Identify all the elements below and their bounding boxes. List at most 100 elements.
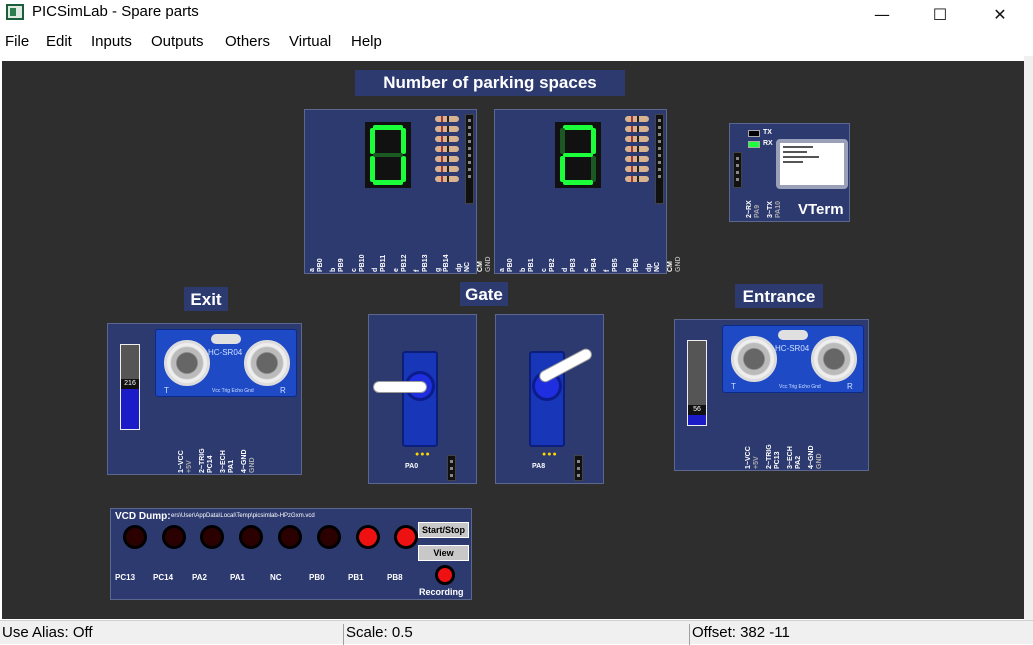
app-icon <box>6 4 24 20</box>
channel-led <box>317 525 341 549</box>
status-scale: Scale: 0.5 <box>343 624 686 645</box>
segment-c <box>591 156 596 182</box>
pin-header <box>655 114 664 204</box>
segment-a <box>373 125 403 130</box>
menu-others[interactable]: Others <box>225 33 270 50</box>
start-stop-button[interactable]: Start/Stop <box>418 522 469 538</box>
pin-label: PB0 <box>506 258 514 272</box>
menu-edit[interactable]: Edit <box>46 33 72 50</box>
servo-board-1[interactable]: ●●● PA0 <box>368 314 477 484</box>
menu-file[interactable]: File <box>5 33 29 50</box>
status-alias: Use Alias: Off <box>2 624 93 641</box>
menu-inputs[interactable]: Inputs <box>91 33 132 50</box>
sonar-exit-board[interactable]: 216 HC-SR04 T R Vcc Trig Echo Gnd 1~VCC … <box>107 323 302 475</box>
sonar-entrance-board[interactable]: 56 HC-SR04 T R Vcc Trig Echo Gnd 1~VCC +… <box>674 319 869 471</box>
menu-virtual[interactable]: Virtual <box>289 33 331 50</box>
maximize-button[interactable]: ☐ <box>917 0 963 28</box>
channel-led <box>394 525 418 549</box>
channel-led <box>239 525 263 549</box>
title-bar: PICSimLab - Spare parts — ☐ ✕ <box>0 0 1033 28</box>
module-label: HC-SR04 <box>775 344 810 353</box>
distance-slider[interactable]: 216 <box>120 344 140 430</box>
segment-a <box>563 125 593 130</box>
pin-label: PB3 <box>569 258 577 272</box>
receiver <box>811 336 857 382</box>
distance-slider[interactable]: 56 <box>687 340 707 426</box>
t-label: T <box>731 382 736 391</box>
servo-leds: ●●● <box>415 451 431 458</box>
display-1-pin-labels: a PB0 b PB9 c PB10 d PB11 e PB12 f PB13 … <box>309 234 498 272</box>
transmitter <box>731 336 777 382</box>
pin-header <box>574 455 583 481</box>
seven-segment-board-1[interactable]: a PB0 b PB9 c PB10 d PB11 e PB12 f PB13 … <box>304 109 492 274</box>
vterm-pin-labels: 2~RX PA9 3~TX PA10 <box>746 184 788 218</box>
hc-sr04-module: HC-SR04 T R Vcc Trig Echo Gnd <box>155 329 297 397</box>
sonar-entrance-pin-labels: 1~VCC +5V 2~TRIG PC13 3~ECH PA2 4~GND GN… <box>745 425 829 469</box>
seven-segment-digit-2 <box>555 122 601 188</box>
menu-help[interactable]: Help <box>351 33 382 50</box>
pin-label: PB12 <box>400 254 408 272</box>
pin-label: PB9 <box>337 258 345 272</box>
tx-label: TX <box>763 129 772 136</box>
oscillator <box>778 330 808 340</box>
servo-board-2[interactable]: ●●● PA8 <box>495 314 604 484</box>
vcd-title: VCD Dump: <box>115 511 171 522</box>
pin-header <box>447 455 456 481</box>
window-title: PICSimLab - Spare parts <box>32 3 199 20</box>
r-label: R <box>280 386 286 395</box>
pin-label: PB2 <box>548 258 556 272</box>
workspace-canvas[interactable]: Number of parking spaces a PB0 b PB9 c P… <box>2 61 1024 619</box>
resistor <box>435 126 459 132</box>
vterm-title: VTerm <box>798 201 844 218</box>
pin-label: PA1 <box>227 459 235 473</box>
pin-label: GND <box>674 256 682 272</box>
recording-label: Recording <box>419 587 464 597</box>
vcd-dump-board[interactable]: VCD Dump: ers\User\AppData\Local\Temp\pi… <box>110 508 472 600</box>
resistor <box>435 136 459 142</box>
pin-label: PB11 <box>379 254 387 272</box>
pin-header <box>465 114 474 204</box>
segment-d <box>563 180 593 185</box>
vcd-path: ers\User\AppData\Local\Temp\picsimlab-HP… <box>171 513 315 519</box>
segment-b <box>401 128 406 154</box>
channel-label: PB0 <box>309 573 325 582</box>
module-label: HC-SR04 <box>208 348 243 357</box>
receiver <box>244 340 290 386</box>
pin-label: PB14 <box>442 254 450 272</box>
channel-led <box>123 525 147 549</box>
pin-label: +5V <box>752 456 760 469</box>
status-bar: Use Alias: Off Scale: 0.5 Offset: 382 -1… <box>0 620 1033 645</box>
servo-arm <box>373 381 427 393</box>
pin-label: PB0 <box>316 258 324 272</box>
slider-fill <box>688 414 706 425</box>
vterm-board[interactable]: TX RX 2~RX PA9 3~TX PA10 VTerm <box>729 123 850 222</box>
resistor <box>435 116 459 122</box>
segment-g <box>563 153 593 157</box>
vterm-screen[interactable] <box>776 139 848 189</box>
oscillator <box>211 334 241 344</box>
segment-f <box>560 128 565 154</box>
vertical-scrollbar[interactable] <box>1024 56 1033 620</box>
hc-sr04-module: HC-SR04 T R Vcc Trig Echo Gnd <box>722 325 864 393</box>
pin-label: +5V <box>185 460 193 473</box>
pin-label: NC <box>653 261 661 272</box>
close-button[interactable]: ✕ <box>977 0 1023 28</box>
resistor <box>625 126 649 132</box>
seven-segment-board-2[interactable]: a PB0 b PB1 c PB2 d PB3 e PB4 f PB5 g PB… <box>494 109 682 274</box>
r-label: R <box>847 382 853 391</box>
transmitter <box>164 340 210 386</box>
channel-label: PC14 <box>153 573 174 582</box>
view-button[interactable]: View <box>418 545 469 561</box>
pin-label: PB4 <box>590 258 598 272</box>
menu-outputs[interactable]: Outputs <box>151 33 204 50</box>
channel-label: PA1 <box>230 573 245 582</box>
module-pins: Vcc Trig Echo Gnd <box>212 388 254 394</box>
channel-label: PB1 <box>348 573 364 582</box>
pin-label: PC13 <box>773 451 781 469</box>
minimize-button[interactable]: — <box>859 0 905 28</box>
menu-bar: File Edit Inputs Outputs Others Virtual … <box>0 28 1033 56</box>
pin-label: GND <box>248 457 256 473</box>
rx-label: RX <box>763 140 773 147</box>
segment-e <box>560 156 565 182</box>
channel-label: PB8 <box>387 573 403 582</box>
